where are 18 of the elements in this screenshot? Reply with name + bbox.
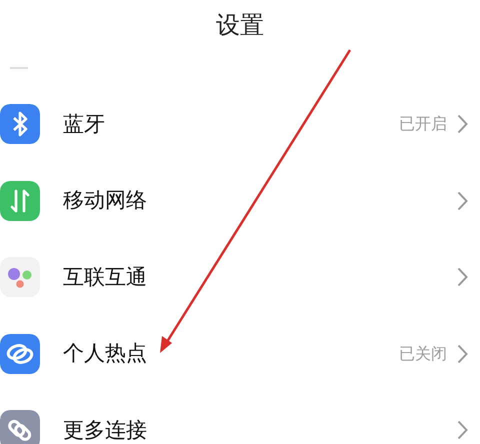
chevron-icon (457, 114, 468, 134)
setting-label: 移动网络 (63, 187, 148, 214)
settings-row[interactable]: 更多连接 (0, 392, 480, 444)
setting-label: 蓝牙 (63, 110, 106, 138)
settings-row[interactable]: 个人热点 已关闭 (0, 316, 480, 392)
chevron-icon (457, 344, 468, 364)
page-title: 设置 (216, 10, 264, 41)
chevron-icon (457, 190, 468, 211)
settings-row[interactable]: 移动网络 (0, 162, 480, 239)
setting-label: 个人热点 (63, 340, 148, 367)
settings-row[interactable]: 蓝牙 已开启 (0, 86, 480, 162)
chevron-icon (457, 420, 468, 440)
setting-label: 互联互通 (63, 264, 148, 290)
setting-label: 更多连接 (63, 416, 148, 444)
setting-status: 已开启 (399, 113, 447, 136)
chevron-icon (457, 267, 468, 288)
setting-status: 已关闭 (399, 342, 447, 365)
settings-row[interactable]: 互联互通 (0, 239, 480, 316)
